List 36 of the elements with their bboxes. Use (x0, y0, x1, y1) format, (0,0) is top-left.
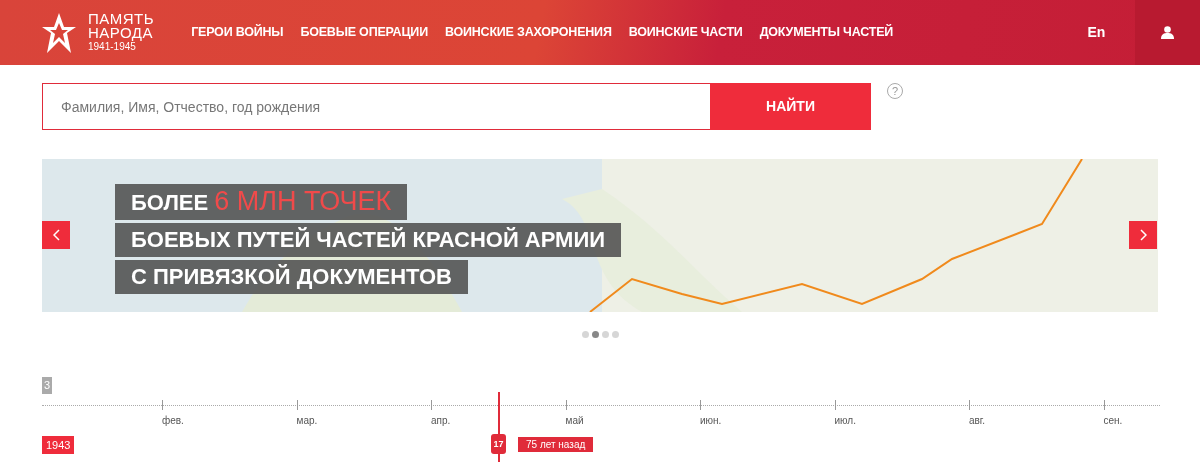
slide-caption: БОЕВЫХ ПУТЕЙ ЧАСТЕЙ КРАСНОЙ АРМИИ (115, 223, 622, 257)
nav-link[interactable]: ВОИНСКИЕ ЗАХОРОНЕНИЯ (444, 23, 612, 42)
star-logo-icon[interactable] (42, 12, 76, 53)
nav-link[interactable]: ДОКУМЕНТЫ ЧАСТЕЙ (759, 23, 894, 42)
chevron-left-icon[interactable] (52, 229, 60, 241)
search-button[interactable]: НАЙТИ (710, 83, 871, 130)
month-label: июл. (834, 414, 856, 428)
language-link[interactable]: En (1087, 22, 1105, 43)
search-field[interactable]: Фамилия, Имя, Отчество, год рождения (42, 83, 710, 130)
user-icon[interactable] (1161, 26, 1174, 39)
slide-caption: БОЛЕЕ 6 МЛН ТОЧЕК (115, 184, 408, 220)
next-slide-button[interactable] (1129, 221, 1157, 249)
chevron-right-icon[interactable] (1139, 229, 1147, 241)
nav-link[interactable]: ВОИНСКИЕ ЧАСТИ (628, 23, 743, 42)
logo-years: 1941-1945 (88, 41, 137, 53)
carousel-indicator[interactable] (611, 331, 619, 338)
month-label: июн. (700, 414, 722, 428)
nav-link[interactable]: ГЕРОИ ВОЙНЫ (191, 23, 284, 42)
carousel-indicator[interactable] (601, 331, 609, 338)
month-label: фев. (162, 414, 184, 428)
nav-link[interactable]: БОЕВЫЕ ОПЕРАЦИИ (300, 23, 428, 42)
logo-title: ПАМЯТЬ (88, 12, 155, 26)
slide-caption: С ПРИВЯЗКОЙ ДОКУМЕНТОВ (115, 260, 468, 294)
carousel-indicator[interactable] (591, 331, 599, 338)
logo-title: НАРОДА (88, 26, 154, 40)
previous-slide-button[interactable] (42, 221, 70, 249)
month-label: апр. (431, 414, 451, 428)
month-label: май (565, 414, 584, 428)
month-label: сен. (1103, 414, 1123, 428)
year-label: 3 (42, 377, 53, 394)
month-label: мар. (296, 414, 318, 428)
years-ago-label: 75 лет назад (518, 437, 594, 452)
carousel-indicator[interactable] (581, 331, 589, 338)
year-label[interactable]: 1943 (42, 436, 75, 454)
month-label: авг. (969, 414, 986, 428)
day-marker[interactable]: 17 (491, 434, 506, 454)
